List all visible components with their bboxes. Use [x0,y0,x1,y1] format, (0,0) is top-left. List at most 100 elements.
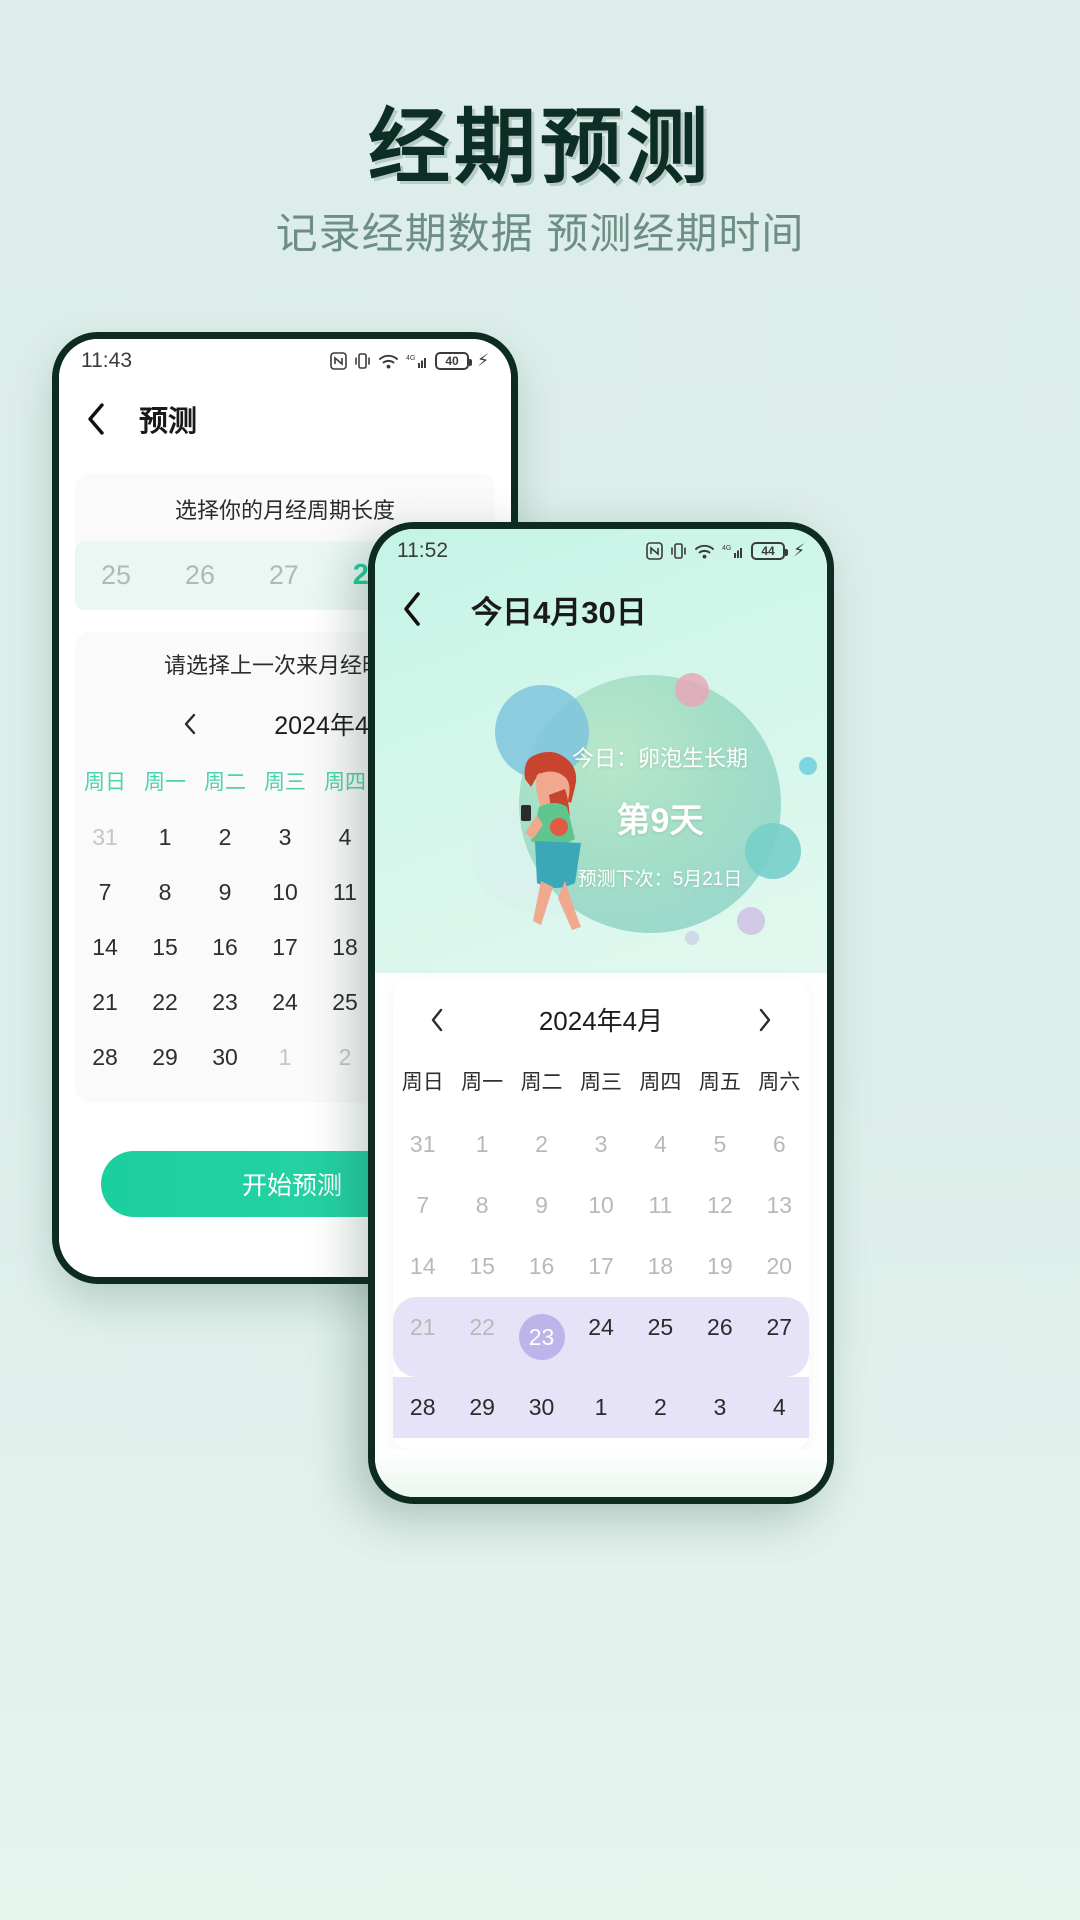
weekday-wed: 周三 [579,1071,622,1094]
date-cell[interactable]: 19 [690,1236,749,1297]
date-cell-today[interactable]: 23 [512,1297,571,1377]
prev-month-icon[interactable] [176,710,204,738]
date-cell[interactable]: 2 [631,1377,690,1438]
cycle-option-27[interactable]: 27 [269,560,299,591]
prev-month-icon[interactable] [423,1006,451,1034]
date-cell[interactable]: 4 [631,1114,690,1175]
svg-text:4G: 4G [722,545,731,552]
page-title: 经期预测 [367,102,712,193]
next-month-icon[interactable] [751,1006,779,1034]
date-cell[interactable]: 30 [512,1377,571,1438]
vibrate-icon [355,353,370,369]
date-cell[interactable]: 16 [195,920,255,975]
weekday-thu: 周四 [639,1071,682,1094]
battery-icon: 40 [435,352,473,370]
decorative-dot [737,907,765,935]
date-cell[interactable]: 9 [195,865,255,920]
date-cell[interactable]: 7 [75,865,135,920]
date-cell[interactable]: 4 [750,1377,809,1438]
cycle-option-25[interactable]: 25 [101,560,131,591]
phone2-status-icons: 4G 44 ⚡ [646,541,805,561]
date-cell[interactable]: 10 [255,865,315,920]
date-cell[interactable]: 12 [690,1175,749,1236]
date-cell[interactable]: 11 [315,865,375,920]
weekday-mon: 周一 [461,1071,504,1094]
date-cell[interactable]: 29 [452,1377,511,1438]
date-cell[interactable]: 2 [195,810,255,865]
date-cell[interactable]: 5 [690,1114,749,1175]
phone1-status-bar: 11:43 4G 40 ⚡ [59,339,511,383]
date-cell[interactable]: 3 [571,1114,630,1175]
date-cell[interactable]: 6 [750,1114,809,1175]
charging-bolt-icon: ⚡ [793,541,805,560]
date-cell[interactable]: 4 [315,810,375,865]
date-cell[interactable]: 31 [75,810,135,865]
date-cell[interactable]: 1 [452,1114,511,1175]
cycle-option-26[interactable]: 26 [185,560,215,591]
weekday-sat: 周六 [758,1071,801,1094]
nfc-icon [646,542,663,560]
date-cell[interactable]: 2 [512,1114,571,1175]
date-cell[interactable]: 26 [690,1297,749,1377]
phone1-status-icons: 4G 40 ⚡ [330,351,489,371]
date-cell[interactable]: 3 [690,1377,749,1438]
date-cell[interactable]: 24 [571,1297,630,1377]
date-cell[interactable]: 24 [255,975,315,1030]
date-cell[interactable]: 10 [571,1175,630,1236]
phone2-calendar-header: 2024年4月 [393,1001,809,1060]
date-cell[interactable]: 17 [571,1236,630,1297]
cycle-status-texts: 今日：卵泡生长期 第9天 预测下次：5月21日 [535,741,785,891]
date-cell[interactable]: 22 [135,975,195,1030]
date-cell[interactable]: 28 [75,1030,135,1085]
date-cell[interactable]: 30 [195,1030,255,1085]
date-cell[interactable]: 1 [255,1030,315,1085]
wifi-icon [379,354,399,368]
date-cell[interactable]: 13 [750,1175,809,1236]
date-cell[interactable]: 15 [452,1236,511,1297]
date-cell[interactable]: 3 [255,810,315,865]
date-cell[interactable]: 15 [135,920,195,975]
phone2-header-area: 11:52 4G 44 ⚡ 今日4月30日 今日：卵泡生长期 第9天 预测下次：… [375,529,827,973]
date-cell[interactable]: 8 [452,1175,511,1236]
phone2-date-grid[interactable]: 31 1 2 3 4 5 6 7 8 9 10 11 12 13 14 15 16 17 18 19 20 21 22 23 2… [393,1114,809,1438]
charging-bolt-icon: ⚡ [477,351,489,370]
date-cell[interactable]: 23 [195,975,255,1030]
back-icon[interactable] [79,402,113,436]
phone1-title: 预测 [139,406,198,438]
date-cell[interactable]: 1 [571,1377,630,1438]
date-cell[interactable]: 9 [512,1175,571,1236]
phone2-week-row: 21 22 23 24 25 26 27 [393,1297,809,1377]
weekday-tue: 周二 [204,771,246,794]
weekday-fri: 周五 [698,1071,741,1094]
date-cell[interactable]: 18 [631,1236,690,1297]
date-cell[interactable]: 31 [393,1114,452,1175]
date-cell[interactable]: 28 [393,1377,452,1438]
date-cell[interactable]: 2 [315,1030,375,1085]
phone2-week-row: 14 15 16 17 18 19 20 [393,1236,809,1297]
date-cell[interactable]: 27 [750,1297,809,1377]
date-cell[interactable]: 14 [393,1236,452,1297]
weekday-tue: 周二 [520,1071,563,1094]
wifi-icon [695,544,715,558]
date-cell[interactable]: 20 [750,1236,809,1297]
weekday-mon: 周一 [144,771,186,794]
date-cell[interactable]: 21 [75,975,135,1030]
date-cell[interactable]: 17 [255,920,315,975]
date-cell[interactable]: 14 [75,920,135,975]
date-cell[interactable]: 7 [393,1175,452,1236]
date-cell[interactable]: 16 [512,1236,571,1297]
date-cell[interactable]: 18 [315,920,375,975]
date-cell[interactable]: 1 [135,810,195,865]
date-cell[interactable]: 25 [631,1297,690,1377]
date-cell[interactable]: 22 [452,1297,511,1377]
date-cell[interactable]: 21 [393,1297,452,1377]
date-cell[interactable]: 25 [315,975,375,1030]
back-icon[interactable] [395,592,429,626]
phone1-app-bar: 预测 [59,383,511,455]
weekday-thu: 周四 [324,771,366,794]
date-cell[interactable]: 29 [135,1030,195,1085]
date-cell[interactable]: 8 [135,865,195,920]
weekday-wed: 周三 [264,771,306,794]
date-cell[interactable]: 11 [631,1175,690,1236]
phone2-app-bar: 今日4月30日 [375,573,827,645]
